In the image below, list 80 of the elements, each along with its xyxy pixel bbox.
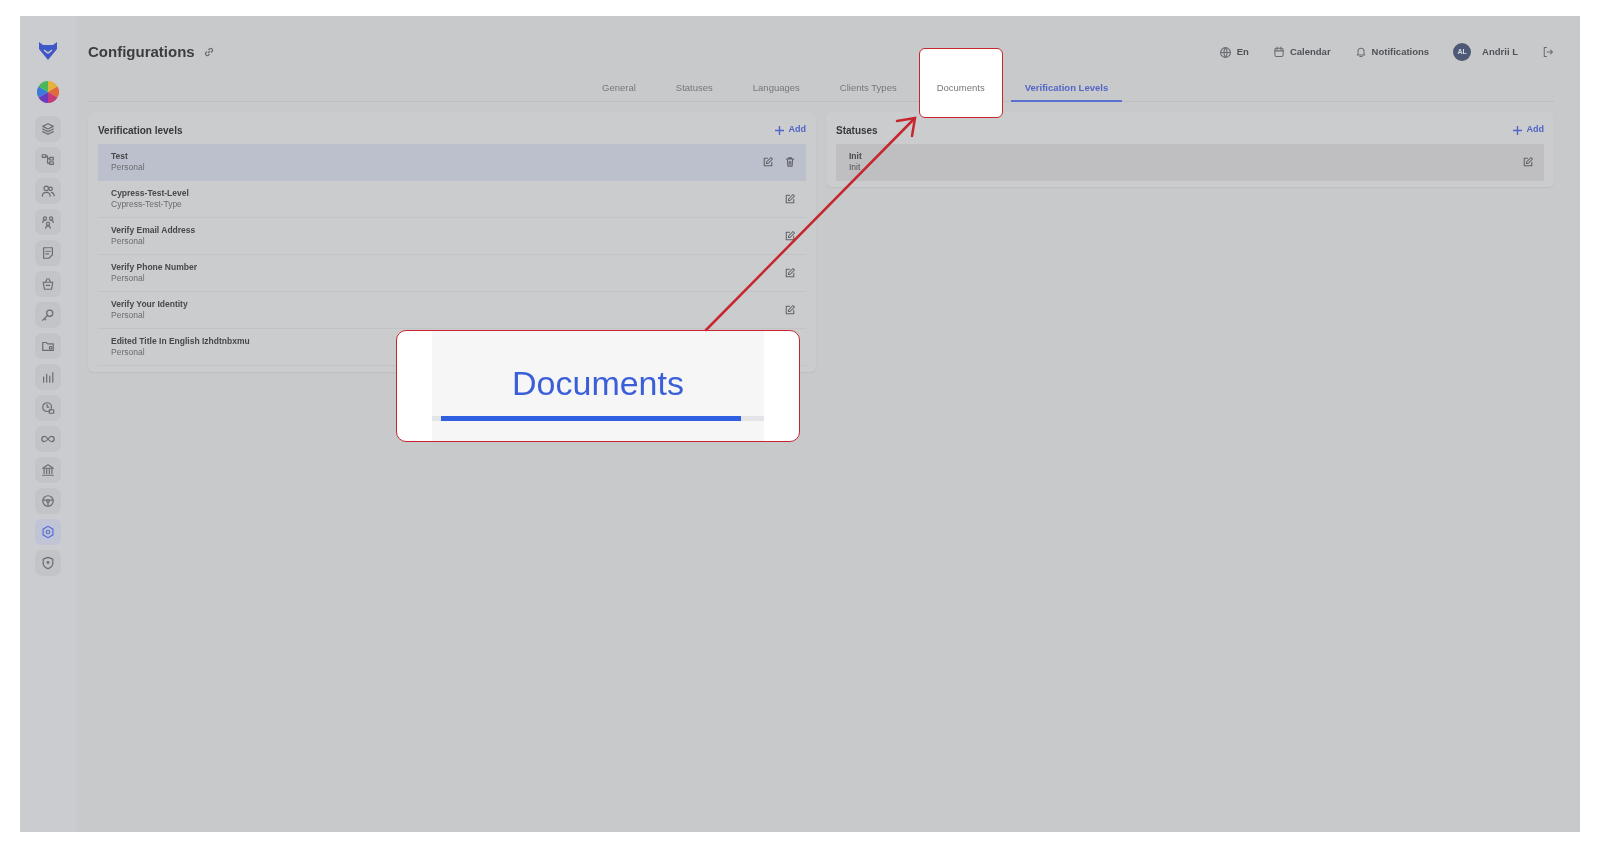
- gear-icon: [41, 525, 55, 539]
- list-row[interactable]: Cypress-Test-Level Cypress-Test-Type: [98, 181, 806, 218]
- row-title: Verify Email Address: [111, 226, 196, 236]
- sidebar-nav-button[interactable]: [35, 178, 61, 204]
- group-icon: [41, 215, 55, 229]
- note-icon: [41, 246, 55, 260]
- bar-chart-icon: [41, 370, 55, 384]
- row-title: Init: [849, 152, 862, 162]
- tab[interactable]: Verification Levels: [1010, 80, 1123, 102]
- edit-icon[interactable]: [784, 193, 796, 205]
- logout-icon[interactable]: [1542, 46, 1554, 58]
- trash-icon[interactable]: [784, 156, 796, 168]
- tab[interactable]: General: [588, 80, 650, 102]
- edit-icon[interactable]: [784, 304, 796, 316]
- row-subtitle: Personal: [111, 235, 146, 246]
- add-button[interactable]: Add: [774, 123, 806, 137]
- tab[interactable]: Clients Types: [825, 80, 911, 102]
- sidebar-nav-button[interactable]: [35, 519, 61, 545]
- sidebar-nav-button[interactable]: [35, 209, 61, 235]
- row-title: Verify Your Identity: [111, 300, 188, 310]
- list-row[interactable]: Verify Email Address Personal: [98, 218, 806, 255]
- row-subtitle: Init: [849, 161, 862, 172]
- clock-icon: [41, 401, 55, 415]
- sidebar-nav-button[interactable]: [35, 457, 61, 483]
- users-icon: [41, 184, 55, 198]
- row-title: Cypress-Test-Level: [111, 189, 189, 199]
- row-subtitle: Personal: [111, 346, 146, 357]
- language-button[interactable]: En: [1218, 44, 1249, 60]
- sidebar-nav-button[interactable]: [35, 550, 61, 576]
- fox-logo-icon[interactable]: [37, 40, 59, 61]
- link-icon[interactable]: [202, 46, 215, 58]
- sidebar-nav-button[interactable]: [35, 302, 61, 328]
- row-title: Edited Title In English Izhdtnbxmu: [111, 337, 250, 347]
- sidebar-nav-button[interactable]: [35, 333, 61, 359]
- tab[interactable]: Documents: [922, 80, 999, 102]
- sidebar-nav-button[interactable]: [35, 426, 61, 452]
- row-subtitle: Cypress-Test-Type: [111, 198, 183, 209]
- edit-icon[interactable]: [784, 267, 796, 279]
- list-row[interactable]: Verify Your Identity Personal: [98, 292, 806, 329]
- color-wheel-icon[interactable]: [37, 80, 59, 103]
- edit-icon[interactable]: [1522, 156, 1534, 168]
- wheel-icon: [41, 494, 55, 508]
- row-title: Test: [111, 152, 129, 162]
- plus-icon: [774, 125, 784, 135]
- row-subtitle: Personal: [111, 161, 145, 172]
- basket-icon: [41, 277, 55, 291]
- sidebar-nav-button[interactable]: [35, 395, 61, 421]
- key-icon: [41, 308, 55, 322]
- add-button[interactable]: Add: [1512, 123, 1544, 137]
- edit-icon[interactable]: [762, 156, 774, 168]
- panel-title: Statuses: [836, 123, 878, 138]
- layers-icon: [41, 122, 55, 136]
- hierarchy-icon: [41, 153, 55, 167]
- callout-text: Documents: [512, 366, 684, 400]
- sidebar-nav-button[interactable]: [35, 147, 61, 173]
- list-row[interactable]: Init Init: [836, 144, 1544, 181]
- tab[interactable]: Statuses: [661, 80, 727, 102]
- sidebar-nav-button[interactable]: [35, 116, 61, 142]
- calendar-icon: [1272, 46, 1285, 58]
- bell-icon: [1354, 46, 1367, 58]
- page-title: Configurations: [88, 41, 195, 62]
- globe-icon: [1218, 45, 1232, 59]
- sidebar-nav-button[interactable]: [35, 271, 61, 297]
- shield-icon: [41, 556, 55, 570]
- sidebar-nav-button[interactable]: [35, 240, 61, 266]
- edit-icon[interactable]: [784, 230, 796, 242]
- list-row[interactable]: Verify Phone Number Personal: [98, 255, 806, 292]
- folder-icon: [41, 339, 55, 353]
- list-row[interactable]: Test Personal: [98, 144, 806, 181]
- notifications-button[interactable]: Notifications: [1354, 44, 1430, 60]
- row-subtitle: Personal: [111, 309, 146, 320]
- sidebar-nav-button[interactable]: [35, 488, 61, 514]
- sidebar-nav-button[interactable]: [35, 364, 61, 390]
- plus-icon: [1512, 125, 1522, 135]
- calendar-button[interactable]: Calendar: [1272, 44, 1331, 60]
- bank-icon: [41, 463, 55, 477]
- row-title: Verify Phone Number: [111, 263, 197, 273]
- row-subtitle: Personal: [111, 272, 146, 283]
- tab[interactable]: Languages: [738, 80, 814, 102]
- panel-title: Verification levels: [98, 123, 183, 138]
